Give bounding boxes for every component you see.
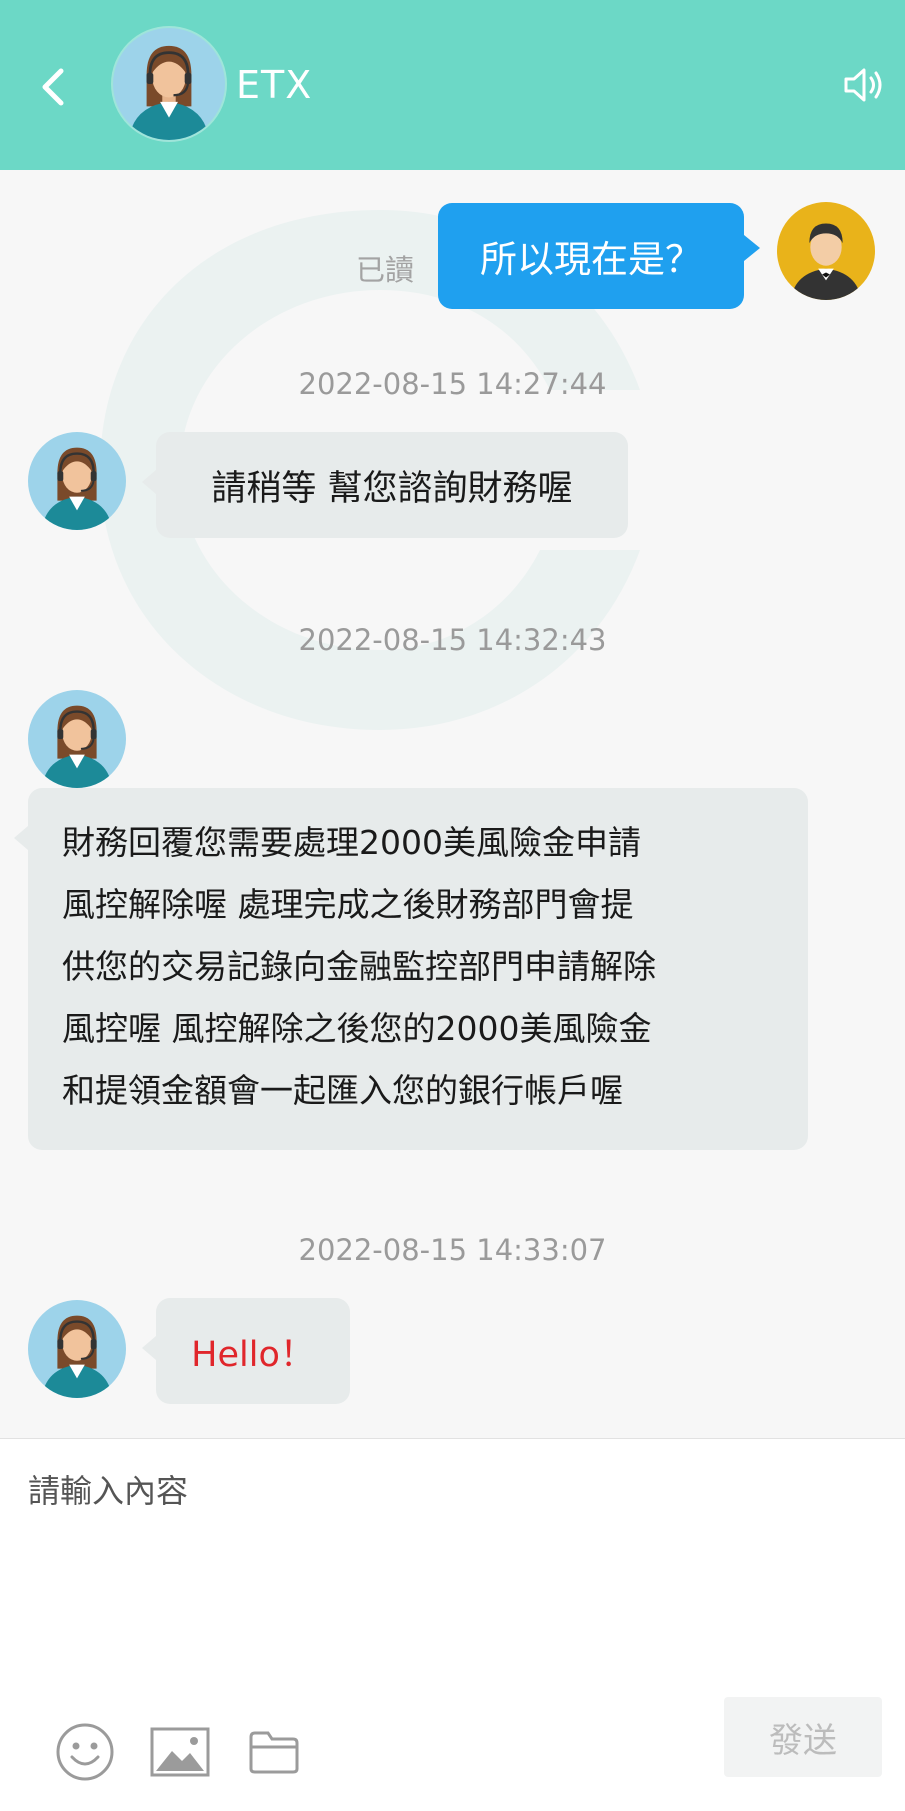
image-button[interactable] [150, 1727, 210, 1777]
send-button[interactable]: 發送 [724, 1697, 882, 1777]
image-icon [150, 1727, 210, 1777]
message-text: Hello！ [191, 1334, 315, 1375]
message-timestamp: 2022-08-15 14:32:43 [298, 623, 607, 657]
agent-icon [41, 447, 113, 530]
agent-message-bubble[interactable]: 請稍等 幫您諮詢財務喔 [142, 432, 628, 538]
composer: 發送 [0, 1438, 905, 1811]
message-text: 請稍等 幫您諮詢財務喔 [211, 468, 573, 509]
message-line: 供您的交易記錄向金融監控部門申請解除 [62, 947, 656, 986]
agent-message-bubble[interactable]: Hello！ [142, 1298, 350, 1404]
emoji-button[interactable] [54, 1721, 116, 1783]
message-line: 風控解除喔 處理完成之後財務部門會提 [62, 885, 634, 924]
message-timestamp: 2022-08-15 14:27:44 [298, 367, 607, 401]
back-button[interactable] [30, 58, 74, 116]
agent-avatar[interactable] [28, 690, 126, 788]
agent-avatar[interactable] [28, 432, 126, 530]
chat-title: ETX [236, 63, 313, 107]
message-line: 和提領金額會一起匯入您的銀行帳戶喔 [62, 1071, 623, 1110]
speaker-icon [844, 68, 882, 102]
message-line: 財務回覆您需要處理2000美風險金申請 [62, 823, 641, 862]
agent-icon [128, 45, 210, 140]
message-input[interactable] [28, 1461, 868, 1521]
speaker-button[interactable] [841, 62, 887, 108]
chat-header: ETX [0, 0, 905, 170]
user-message-bubble[interactable]: 所以現在是？ [438, 203, 760, 309]
chevron-left-icon [42, 68, 64, 106]
user-icon [790, 223, 862, 300]
agent-avatar[interactable] [113, 28, 225, 140]
message-line: 風控喔 風控解除之後您的2000美風險金 [62, 1009, 652, 1048]
folder-icon [249, 1731, 299, 1774]
message-list[interactable]: 已讀 所以現在是？ 2022-08-15 14:27:44 請稍等 幫您諮詢財務… [0, 170, 905, 1438]
smiley-icon [56, 1723, 114, 1781]
user-avatar[interactable] [777, 202, 875, 300]
agent-icon [41, 705, 113, 788]
agent-message-bubble[interactable]: 財務回覆您需要處理2000美風險金申請 風控解除喔 處理完成之後財務部門會提 供… [14, 788, 808, 1150]
message-text: 所以現在是？ [480, 238, 702, 281]
read-receipt: 已讀 [356, 253, 415, 287]
message-timestamp: 2022-08-15 14:33:07 [298, 1233, 607, 1267]
agent-icon [41, 1315, 113, 1398]
agent-avatar[interactable] [28, 1300, 126, 1398]
message-text: 財務回覆您需要處理2000美風險金申請 風控解除喔 處理完成之後財務部門會提 供… [62, 812, 656, 1122]
file-button[interactable] [248, 1729, 300, 1775]
